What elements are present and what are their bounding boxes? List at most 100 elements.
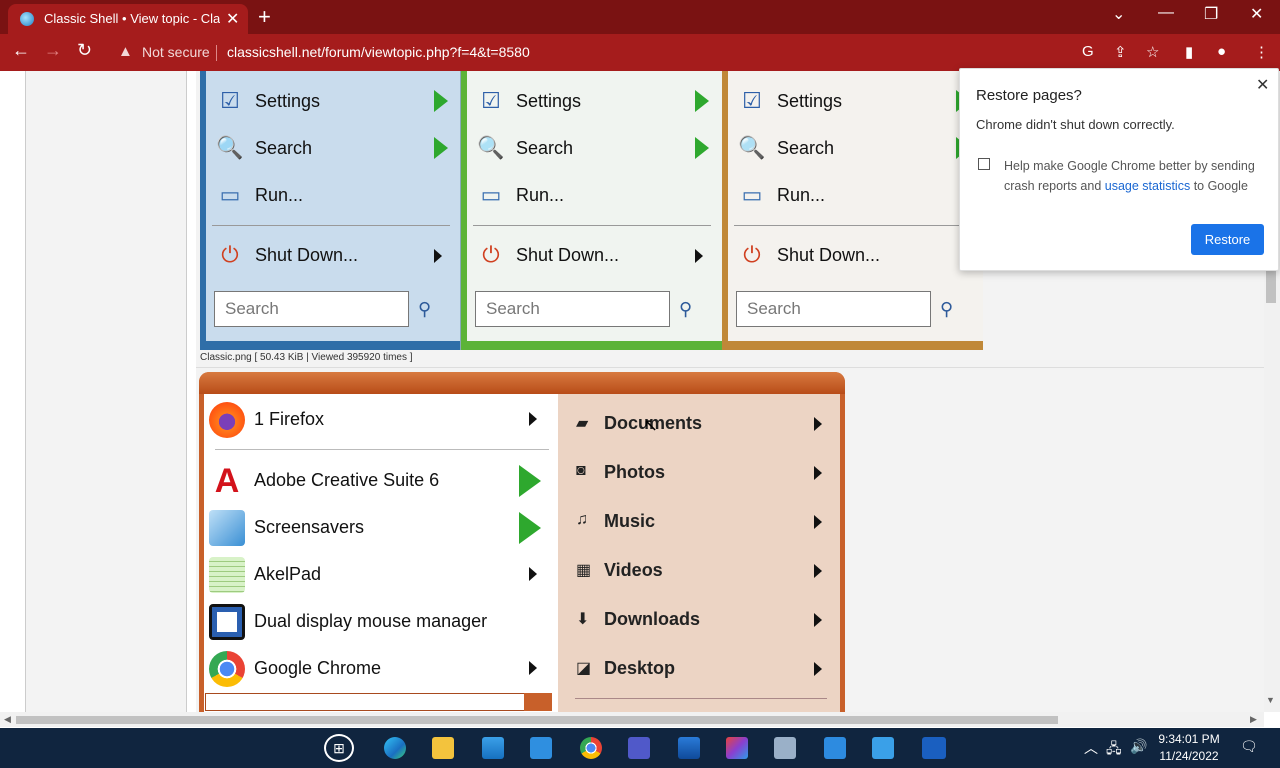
close-tab-icon[interactable]: ✕ [226,9,239,29]
search-placeholder: Search [225,299,279,318]
google-lens-icon[interactable]: G [1082,43,1094,60]
warning-icon[interactable]: ▲ [118,43,133,60]
app-icon[interactable] [922,737,946,759]
list-item [524,693,552,711]
edge-icon[interactable] [384,737,406,759]
search-input: Search [736,291,931,327]
chrome-taskbar-icon[interactable] [580,737,602,759]
restore-button[interactable]: Restore [1191,224,1264,255]
submenu-arrow-icon [519,512,541,544]
side-panel-icon[interactable]: ▮ [1185,43,1193,61]
classic-menu-preview: ☑ Settings 🔍 Search ▭ Run... ⏻ Shut Down… [722,71,983,350]
app-icon[interactable] [726,737,748,759]
file-explorer-icon[interactable] [432,737,454,759]
menu-item-label: Run... [255,185,304,205]
restore-window-button[interactable]: ❐ [1204,4,1218,24]
folder-downloads[interactable]: ⬇ Downloads [572,600,826,640]
list-item[interactable]: Dual display mouse manager [205,600,545,644]
submenu-arrow-icon [814,515,822,529]
submenu-arrow-icon [814,662,822,676]
list-item[interactable]: AkelPad [205,553,545,597]
menu-item-search: 🔍 Search [212,131,452,167]
menu-item-label: Shut Down... [777,245,881,265]
network-icon[interactable]: 🖧 [1106,738,1122,762]
volume-icon[interactable]: 🔊 [1130,738,1147,755]
menu-item-label: Settings [255,91,321,111]
submenu-arrow-icon [434,90,448,112]
settings-icon: ☑ [220,88,240,113]
browser-tab[interactable]: Classic Shell • View topic - Classic ✕ [8,4,248,34]
list-item-label: AkelPad [254,564,322,584]
menu-item-settings: ☑ Settings [473,84,713,120]
submenu-arrow-icon [695,90,709,112]
forward-icon[interactable]: → [44,40,62,61]
horizontal-scrollbar[interactable]: ◀ ▶ [0,712,1264,727]
settings-icon: ☑ [742,88,762,113]
help-text-suffix: to Google [1190,179,1248,193]
list-item[interactable]: Screensavers [205,506,545,550]
submenu-arrow-icon [434,137,448,159]
reload-icon[interactable]: ↻ [77,40,92,61]
kebab-menu-icon[interactable]: ⋮ [1254,43,1269,61]
folder-documents[interactable]: ▰ Documents [572,404,826,444]
close-icon[interactable]: ✕ [1256,75,1269,95]
monitor-icon [209,510,245,546]
scrollbar-thumb[interactable] [16,716,1058,724]
attachment-caption: Classic.png [ 50.43 KiB | Viewed 395920 … [200,352,413,363]
divider [212,225,450,226]
usage-statistics-link[interactable]: usage statistics [1105,179,1190,193]
folder-label: Videos [604,560,663,580]
download-icon: ⬇ [576,611,590,628]
folder-music[interactable]: ♫ Music [572,502,826,542]
share-icon[interactable]: ⇪ [1114,43,1127,61]
folder-videos[interactable]: ▦ Videos [572,551,826,591]
people-icon[interactable] [872,737,894,759]
submenu-arrow-icon [529,567,537,581]
crash-report-checkbox[interactable] [978,158,990,170]
search-placeholder: Search [486,299,540,318]
close-window-button[interactable]: ✕ [1250,4,1263,24]
list-item[interactable]: Google Chrome [205,647,545,691]
bookmark-star-icon[interactable]: ☆ [1146,43,1159,61]
search-icon: ⚲ [679,299,693,319]
store-icon[interactable] [482,737,504,759]
menu-border [722,71,728,350]
display-icon [209,604,245,640]
notification-icon[interactable]: 🗨 [1240,738,1258,755]
folder-photos[interactable]: ◙ Photos [572,453,826,493]
scroll-down-icon[interactable]: ▼ [1266,695,1275,705]
app-icon[interactable] [678,737,700,759]
scroll-left-icon[interactable]: ◀ [4,714,11,725]
menu-item-settings: ☑ Settings [212,84,452,120]
left-panel [26,71,186,712]
search-placeholder: Search [747,299,801,318]
list-item[interactable] [205,693,551,711]
scrollbar-thumb[interactable] [1266,271,1276,303]
security-label[interactable]: Not secure [142,44,210,60]
calendar-icon[interactable] [824,737,846,759]
url-text[interactable]: classicshell.net/forum/viewtopic.php?f=4… [227,44,530,60]
minimize-button[interactable]: — [1158,4,1174,22]
teams-icon[interactable] [628,737,650,759]
tab-search-icon[interactable]: ⌄ [1112,4,1125,24]
address-bar[interactable]: ▲ Not secure classicshell.net/forum/view… [108,39,1246,67]
system-clock[interactable]: 9:34:01 PM 11/24/2022 [1156,731,1222,765]
menu-border [200,341,460,350]
folder-desktop[interactable]: ◪ Desktop [572,649,826,689]
scroll-right-icon[interactable]: ▶ [1250,714,1257,725]
back-icon[interactable]: ← [12,40,30,61]
profile-icon[interactable]: ● [1217,43,1226,60]
submenu-arrow-icon [814,613,822,627]
list-item[interactable]: A Adobe Creative Suite 6 [205,459,545,503]
list-item-label: Google Chrome [254,658,382,678]
chevron-up-icon[interactable]: ︿ [1084,738,1098,758]
list-item[interactable]: 1 Firefox [205,398,545,442]
windows-start-icon[interactable]: ⊞ [324,734,354,762]
menu-item-run: ▭ Run... [734,178,974,214]
mail-icon[interactable] [530,737,552,759]
app-icon[interactable] [774,737,796,759]
menu-border [461,341,722,350]
new-tab-button[interactable]: + [258,4,271,30]
divider [473,225,711,226]
classic-menu-preview: ☑ Settings 🔍 Search ▭ Run... ⏻ Shut Down… [461,71,722,350]
